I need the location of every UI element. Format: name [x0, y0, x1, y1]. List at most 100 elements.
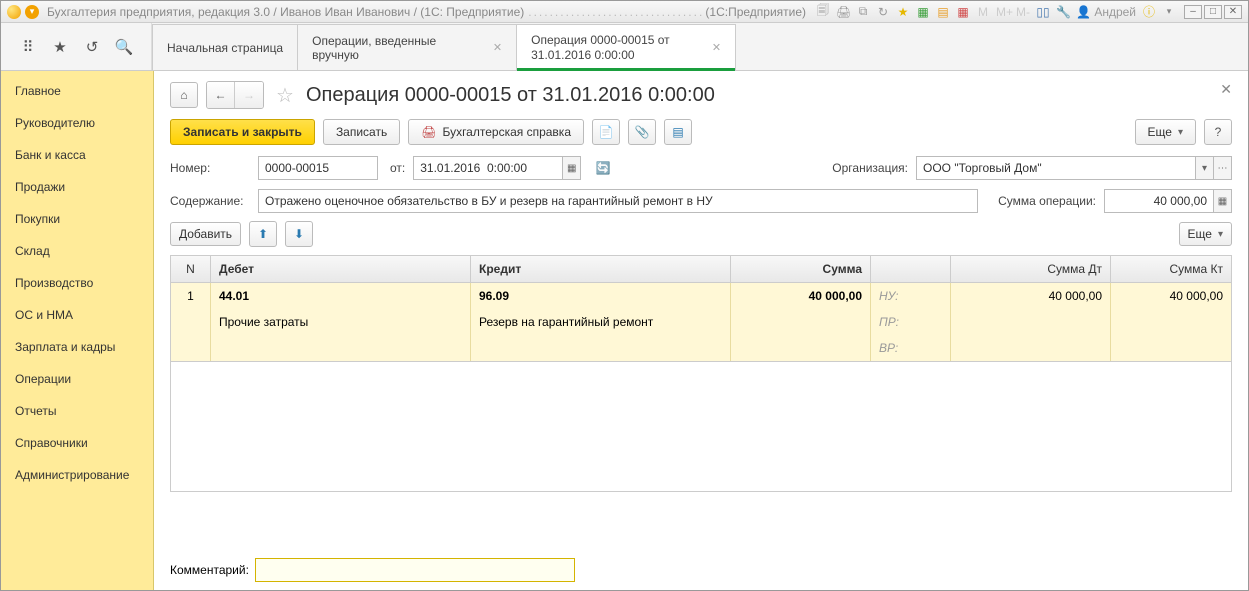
move-up-button[interactable]: ⬆: [249, 221, 277, 247]
th-kredit[interactable]: Кредит: [471, 256, 731, 282]
tab-operation-0000-00015[interactable]: Операция 0000-00015 от 31.01.2016 0:00:0…: [516, 24, 736, 70]
tb-ok-icon[interactable]: ▦: [916, 5, 930, 19]
tab-start-page[interactable]: Начальная страница: [152, 24, 298, 70]
org-open-icon[interactable]: ⋯: [1214, 156, 1232, 180]
date-action-icon[interactable]: 🔄: [589, 155, 617, 181]
window-maximize-button[interactable]: □: [1204, 5, 1222, 19]
org-input[interactable]: [916, 156, 1196, 180]
save-and-close-button[interactable]: Записать и закрыть: [170, 119, 315, 145]
search-icon[interactable]: 🔍: [115, 38, 133, 56]
cell-vr-label: ВР:: [871, 335, 951, 361]
date-input[interactable]: [413, 156, 563, 180]
sidebar-item-admin[interactable]: Администрирование: [1, 459, 153, 491]
calendar-icon[interactable]: ▦: [563, 156, 581, 180]
table-more-button[interactable]: Еще: [1179, 222, 1232, 246]
home-button[interactable]: ⌂: [170, 82, 198, 108]
tab-close-icon[interactable]: ✕: [712, 41, 721, 54]
tb-star-icon[interactable]: ★: [896, 5, 910, 19]
number-input[interactable]: [258, 156, 378, 180]
favorite-star-icon[interactable]: ☆: [276, 83, 294, 108]
window-minimize-button[interactable]: –: [1184, 5, 1202, 19]
help-button[interactable]: ?: [1204, 119, 1232, 145]
table-row[interactable]: Прочие затраты Резерв на гарантийный рем…: [171, 309, 1231, 335]
report-button[interactable]: 📄: [592, 119, 620, 145]
tb-doc-icon[interactable]: 🗐: [816, 1, 830, 22]
attachment-button[interactable]: 📎: [628, 119, 656, 145]
sidebar-item-purchases[interactable]: Покупки: [1, 203, 153, 235]
history-icon[interactable]: ↺: [83, 38, 101, 56]
tab-manual-operations[interactable]: Операции, введенные вручную ✕: [297, 24, 517, 70]
nav-sidebar: Главное Руководителю Банк и касса Продаж…: [1, 71, 154, 590]
app-orb-icon[interactable]: [7, 5, 21, 19]
sidebar-item-reports[interactable]: Отчеты: [1, 395, 153, 427]
content-input[interactable]: [258, 189, 978, 213]
cell-empty: [171, 335, 211, 361]
cell-empty: [471, 335, 731, 361]
sidebar-item-main[interactable]: Главное: [1, 75, 153, 107]
comment-row: Комментарий:: [170, 550, 1232, 582]
forward-button[interactable]: →: [235, 82, 263, 108]
table-row[interactable]: ВР:: [171, 335, 1231, 361]
tb-info-drop-icon[interactable]: ▾: [1162, 6, 1176, 17]
tb-calc-icon[interactable]: ▤: [936, 5, 950, 19]
table-row[interactable]: 1 44.01 96.09 40 000,00 НУ: 40 000,00 40…: [171, 283, 1231, 309]
apps-grid-icon[interactable]: ⠿: [19, 38, 37, 56]
sidebar-item-bank[interactable]: Банк и касса: [1, 139, 153, 171]
tb-compare-icon[interactable]: ⧉: [856, 4, 870, 19]
app-dropdown-icon[interactable]: ▾: [25, 5, 39, 19]
tb-wrench-icon[interactable]: 🔧: [1056, 5, 1070, 19]
sidebar-item-assets[interactable]: ОС и НМА: [1, 299, 153, 331]
tb-calendar-icon[interactable]: ▦: [956, 5, 970, 19]
user-badge[interactable]: 👤 Андрей: [1076, 5, 1136, 19]
accounting-note-button[interactable]: 🖨 Бухгалтерская справка: [408, 119, 584, 145]
window-titlebar: ▾ Бухгалтерия предприятия, редакция 3.0 …: [1, 1, 1248, 23]
sidebar-item-warehouse[interactable]: Склад: [1, 235, 153, 267]
sidebar-item-manager[interactable]: Руководителю: [1, 107, 153, 139]
sidebar-item-sales[interactable]: Продажи: [1, 171, 153, 203]
list-button[interactable]: ▤: [664, 119, 692, 145]
th-sum-dt[interactable]: Сумма Дт: [951, 256, 1111, 282]
th-n[interactable]: N: [171, 256, 211, 282]
more-button[interactable]: Еще: [1135, 119, 1196, 145]
tb-refresh-icon[interactable]: ↻: [876, 5, 890, 19]
cell-kredit-name: Резерв на гарантийный ремонт: [471, 309, 731, 335]
number-label: Номер:: [170, 161, 250, 175]
sidebar-item-hr[interactable]: Зарплата и кадры: [1, 331, 153, 363]
tb-m-icon[interactable]: M: [976, 5, 990, 19]
top-strip: ⠿ ★ ↺ 🔍 Начальная страница Операции, вве…: [1, 23, 1248, 71]
th-sum[interactable]: Сумма: [731, 256, 871, 282]
table-empty-area[interactable]: [170, 362, 1232, 492]
sidebar-item-catalogs[interactable]: Справочники: [1, 427, 153, 459]
org-dropdown-icon[interactable]: ▾: [1196, 156, 1214, 180]
sidebar-item-operations[interactable]: Операции: [1, 363, 153, 395]
quick-toolbar: ⠿ ★ ↺ 🔍: [1, 23, 152, 70]
favorites-star-icon[interactable]: ★: [51, 38, 69, 56]
th-sum-kt[interactable]: Сумма Кт: [1111, 256, 1231, 282]
cell-empty: [731, 335, 871, 361]
move-down-button[interactable]: ⬇: [285, 221, 313, 247]
th-tax: [871, 256, 951, 282]
comment-input[interactable]: [255, 558, 575, 582]
calculator-icon[interactable]: ▦: [1214, 189, 1232, 213]
window-close-button[interactable]: ✕: [1224, 5, 1242, 19]
cell-kredit-acct: 96.09: [471, 283, 731, 309]
tab-close-icon[interactable]: ✕: [493, 41, 502, 54]
org-field: ▾ ⋯: [916, 156, 1232, 180]
back-button[interactable]: ←: [207, 82, 235, 108]
cell-n: 1: [171, 283, 211, 309]
tb-mminus-icon[interactable]: M-: [1016, 5, 1030, 19]
th-debet[interactable]: Дебет: [211, 256, 471, 282]
close-page-icon[interactable]: ✕: [1220, 81, 1232, 98]
add-row-button[interactable]: Добавить: [170, 222, 241, 246]
tb-panels-icon[interactable]: ▯▯: [1036, 5, 1050, 19]
tb-info-icon[interactable]: ⓘ: [1142, 3, 1156, 20]
sum-field: ▦: [1104, 189, 1232, 213]
tb-mplus-icon[interactable]: M+: [996, 5, 1010, 19]
cell-empty: [731, 309, 871, 335]
cell-pr-kt: [1111, 309, 1231, 335]
save-button[interactable]: Записать: [323, 119, 400, 145]
sidebar-item-production[interactable]: Производство: [1, 267, 153, 299]
sum-input[interactable]: [1104, 189, 1214, 213]
tb-print-icon[interactable]: 🖨: [836, 5, 850, 19]
entries-table: N Дебет Кредит Сумма Сумма Дт Сумма Кт 1…: [170, 255, 1232, 362]
